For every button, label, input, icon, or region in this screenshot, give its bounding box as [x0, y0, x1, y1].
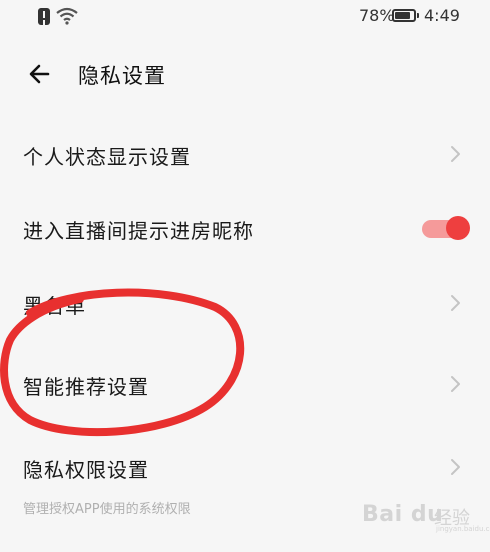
watermark-logo-text: Bai du: [362, 502, 444, 527]
setting-label: 黑名单: [23, 294, 86, 318]
baidu-jingyan-watermark: Bai du 经验 jingyan.baidu.com: [362, 496, 490, 538]
battery-icon: [392, 9, 419, 22]
battery-percent: 78%: [359, 6, 395, 25]
setting-row-smart-recommend[interactable]: 智能推荐设置: [0, 356, 490, 412]
wifi-icon: [56, 7, 78, 25]
setting-label: 进入直播间提示进房昵称: [23, 219, 254, 243]
nickname-toggle[interactable]: [422, 215, 470, 241]
back-button[interactable]: [22, 60, 56, 88]
toggle-knob: [446, 216, 470, 240]
page-title: 隐私设置: [78, 64, 166, 88]
setting-label: 隐私权限设置: [23, 458, 149, 482]
arrow-left-icon: [29, 64, 50, 84]
status-bar: 78% 4:49: [0, 0, 490, 36]
chevron-right-icon: [451, 295, 460, 311]
alert-icon: [38, 8, 50, 25]
setting-label: 智能推荐设置: [23, 375, 149, 399]
setting-row-blacklist[interactable]: 黑名单: [0, 276, 490, 332]
setting-label: 个人状态显示设置: [23, 145, 191, 169]
chevron-right-icon: [451, 459, 460, 475]
setting-row-live-room-nickname: 进入直播间提示进房昵称: [0, 200, 490, 256]
setting-row-status-display[interactable]: 个人状态显示设置: [0, 126, 490, 182]
privacy-settings-screen: 78% 4:49 隐私设置 个人状态显示设置 进入直播间提示进房昵称 黑名单 智…: [0, 0, 490, 552]
header-bar: 隐私设置: [0, 50, 490, 98]
setting-sublabel: 管理授权APP使用的系统权限: [23, 502, 191, 517]
watermark-url-text: jingyan.baidu.com: [436, 525, 490, 533]
chevron-right-icon: [451, 146, 460, 162]
chevron-right-icon: [451, 376, 460, 392]
status-time: 4:49: [424, 6, 460, 25]
